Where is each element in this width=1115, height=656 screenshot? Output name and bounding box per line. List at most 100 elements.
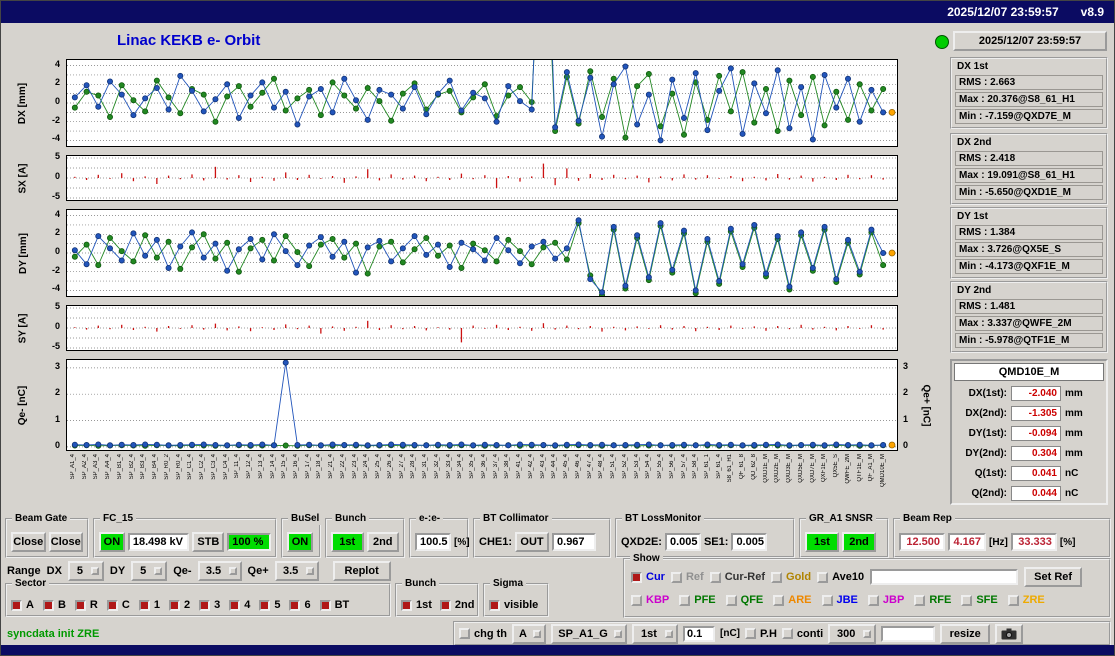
threshold-entry[interactable] <box>683 626 715 642</box>
show-checkbox-sfe[interactable]: SFE <box>961 594 997 606</box>
checkbox-indicator <box>961 595 972 606</box>
busel-on-button[interactable]: ON <box>287 532 313 552</box>
dy-orbit-plot <box>66 209 898 297</box>
beam-gate-close-button-1[interactable]: Close <box>11 532 46 552</box>
sector-checkbox-c[interactable]: C <box>107 599 130 611</box>
bunch-2nd-button[interactable]: 2nd <box>367 532 400 552</box>
show-checkbox-kbp[interactable]: KBP <box>631 594 669 606</box>
x-axis-label: SP_24_4 <box>363 454 369 479</box>
y-tick-label: 2 <box>55 227 60 237</box>
qe-minus-axis-title: Qe- [nC] <box>9 359 37 451</box>
sector-checkbox-r[interactable]: R <box>75 599 98 611</box>
x-axis-label: QXD1E_M <box>763 454 769 483</box>
show-checkbox-zre[interactable]: ZRE <box>1008 594 1045 606</box>
checkbox-label: BT <box>335 599 350 611</box>
checkbox-label: ZRE <box>1023 594 1045 606</box>
fc15-on-button[interactable]: ON <box>99 532 125 552</box>
camera-button[interactable] <box>995 624 1023 644</box>
bunch-select[interactable]: 1st <box>632 624 678 644</box>
resize-button[interactable]: resize <box>940 624 990 644</box>
bunch-panel: Bunch 1st2nd <box>395 583 479 617</box>
sigma-checkbox-visible[interactable]: visible <box>489 599 538 611</box>
sector-checkbox-1[interactable]: 1 <box>139 599 160 611</box>
show-checkbox-jbe[interactable]: JBE <box>822 594 858 606</box>
sx-steering-plot <box>66 155 898 201</box>
dropdown-indicator <box>306 567 314 575</box>
monitor-row: Q(2nd):0.044nC <box>952 483 1106 503</box>
hz-unit: [Hz] <box>989 537 1008 548</box>
replot-button[interactable]: Replot <box>333 561 391 581</box>
sector-checkbox-4[interactable]: 4 <box>229 599 250 611</box>
x-axis-label: SP_48_4 <box>598 454 604 479</box>
x-axis-label: SP_C1_4 <box>187 454 193 480</box>
x-axis-label: SP_35_4 <box>469 454 475 479</box>
range-qem-label: Qe- <box>173 565 191 577</box>
bpm-monitor-name[interactable]: QMD10E_M <box>954 363 1104 381</box>
fc15-kv-display: 18.498 kV <box>128 533 190 551</box>
sector-checkbox-2[interactable]: 2 <box>169 599 190 611</box>
bunch-checkbox-1st[interactable]: 1st <box>401 599 432 611</box>
device-select[interactable]: SP_A1_G <box>551 624 627 644</box>
checkbox-indicator <box>771 572 782 583</box>
sector-checkbox-6[interactable]: 6 <box>289 599 310 611</box>
y-tick-label: -5 <box>52 191 60 201</box>
ref-entry[interactable] <box>870 569 1018 585</box>
x-axis-label: QXF1E_M <box>821 454 827 482</box>
checkbox-label: 2 <box>184 599 190 611</box>
sector-checkbox-5[interactable]: 5 <box>259 599 280 611</box>
y-tick-label: 0 <box>55 246 60 256</box>
show-checkbox-gold[interactable]: Gold <box>771 571 811 583</box>
bunch-checkbox-2nd[interactable]: 2nd <box>440 599 475 611</box>
panel-caption: Sector <box>12 577 49 590</box>
panel-caption: BuSel <box>288 512 322 525</box>
checkbox-label: 6 <box>304 599 310 611</box>
sector-select[interactable]: A <box>512 624 546 644</box>
snsr-2nd-button[interactable]: 2nd <box>842 532 876 552</box>
show-checkbox-ave10[interactable]: Ave10 <box>817 571 864 583</box>
range-dx-select[interactable]: 5 <box>68 561 104 581</box>
x-axis-label: SP_57_4 <box>681 454 687 479</box>
sector-checkbox-b[interactable]: B <box>43 599 66 611</box>
y-tick-label: 5 <box>55 151 60 161</box>
conti-checkbox[interactable]: conti <box>782 628 823 640</box>
snsr-1st-button[interactable]: 1st <box>805 532 839 552</box>
checkbox-indicator <box>229 600 240 611</box>
ph-checkbox[interactable]: P.H <box>745 628 777 640</box>
sector-checkbox-bt[interactable]: BT <box>320 599 350 611</box>
checkbox-indicator <box>320 600 331 611</box>
panel-caption: Bunch <box>402 577 439 590</box>
stats-min: Min : -5.978@QTF1E_M <box>955 333 1103 348</box>
range-qep-select[interactable]: 3.5 <box>275 561 319 581</box>
charge-plot <box>66 359 898 451</box>
bunch-1st-button[interactable]: 1st <box>331 532 364 552</box>
x-axis-label: QXD5E_M <box>798 454 804 483</box>
x-axis-label: QXD7E_M <box>810 454 816 483</box>
range-qem-select[interactable]: 3.5 <box>198 561 242 581</box>
set-ref-button[interactable]: Set Ref <box>1024 567 1082 587</box>
interval-select[interactable]: 300 <box>828 624 876 644</box>
misc-entry[interactable] <box>881 626 935 642</box>
monitor-label: DX(1st): <box>955 388 1007 399</box>
show-checkbox-ref[interactable]: Ref <box>671 571 704 583</box>
show-checkbox-cur[interactable]: Cur <box>631 571 665 583</box>
show-row-1: Cur Ref Cur-Ref Gold Ave10 Set Ref <box>631 567 1105 587</box>
sector-checkbox-a[interactable]: A <box>11 599 34 611</box>
show-checkbox-pfe[interactable]: PFE <box>679 594 715 606</box>
show-checkbox-jbp[interactable]: JBP <box>868 594 904 606</box>
range-dy-select[interactable]: 5 <box>131 561 167 581</box>
se1-value: 0.005 <box>731 533 767 551</box>
x-axis-label: SP_31_4 <box>422 454 428 479</box>
show-checkbox-are[interactable]: ARE <box>773 594 811 606</box>
chg-th-checkbox[interactable]: chg th <box>459 628 507 640</box>
che1-out-button[interactable]: OUT <box>515 532 549 552</box>
sector-checkbox-3[interactable]: 3 <box>199 599 220 611</box>
show-checkboxes-1: Cur Ref Cur-Ref Gold Ave10 <box>631 571 864 583</box>
show-checkbox-cur-ref[interactable]: Cur-Ref <box>710 571 765 583</box>
x-axis-label: SP_B4_4 <box>152 454 158 479</box>
monitor-row: Q(1st):0.041nC <box>952 463 1106 483</box>
show-checkbox-rfe[interactable]: RFE <box>914 594 951 606</box>
show-checkbox-qfe[interactable]: QFE <box>726 594 764 606</box>
fc15-stb-button[interactable]: STB <box>192 532 224 552</box>
beam-gate-close-button-2[interactable]: Close <box>49 532 84 552</box>
x-axis-label: SP_28_4 <box>410 454 416 479</box>
